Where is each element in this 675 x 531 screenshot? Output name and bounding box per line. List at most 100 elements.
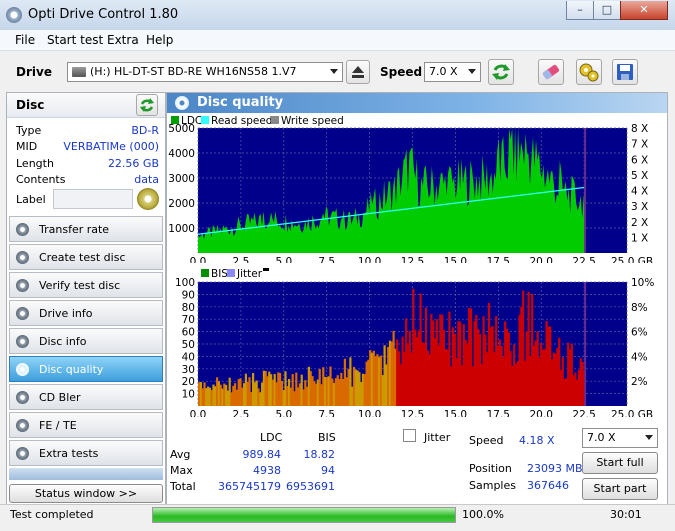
refresh-speed-button[interactable]: [488, 59, 514, 85]
disc-quality-title: Disc quality: [197, 95, 284, 110]
disc-icon: [16, 223, 29, 236]
nav-create-test-disc[interactable]: Create test disc: [9, 244, 163, 270]
save-button[interactable]: [612, 59, 638, 85]
test-speed-value: 7.0 X: [587, 431, 616, 444]
progress-fill: [153, 508, 455, 522]
x-tick-label: 25.0 GB: [611, 256, 653, 263]
menu-start-test[interactable]: Start test: [47, 33, 103, 47]
samples-label: Samples: [469, 479, 516, 492]
y-tick-label: 70: [182, 314, 195, 326]
speed-readout-value: 4.18 X: [519, 434, 555, 447]
settings-button[interactable]: [576, 59, 602, 85]
progress-bar: [152, 507, 456, 523]
nav-label: FE / TE: [39, 419, 77, 432]
speed-select[interactable]: 7.0 X: [424, 62, 481, 82]
eject-button[interactable]: [346, 60, 370, 84]
x-tick-label: 10.0: [358, 256, 381, 263]
speed-label: Speed: [380, 65, 423, 79]
start-part-button[interactable]: Start part: [582, 478, 658, 500]
y-tick-label: 90: [182, 289, 195, 301]
stats-avg-bis: 18.82: [303, 448, 336, 461]
nav-label: CD Bler: [39, 391, 81, 404]
stats-total-label: Total: [170, 480, 196, 493]
legend-jitter: Jitter: [236, 268, 263, 280]
bis-bar: [345, 377, 348, 406]
disc-length-label: Length: [16, 157, 54, 170]
nav-disc-quality[interactable]: Disc quality: [9, 356, 163, 382]
ldc-y-ticks: 1000 2000 3000 4000 5000: [168, 123, 195, 235]
y-tick-label: 5000: [168, 123, 195, 135]
disc-length-value: 22.56 GB: [107, 157, 159, 170]
legend-read-speed: Read speed: [211, 115, 272, 127]
chevron-down-icon: [468, 69, 476, 74]
nav-label: Create test disc: [39, 251, 126, 264]
y-tick-label: 100: [175, 277, 195, 289]
floppy-disk-icon: [617, 64, 633, 80]
erase-button[interactable]: [538, 59, 564, 85]
start-full-button[interactable]: Start full: [582, 452, 658, 474]
x-tick-label: 7.5: [318, 256, 335, 263]
nav-disc-info[interactable]: Disc info: [9, 328, 163, 354]
maximize-button[interactable]: □: [593, 1, 621, 20]
speed-readout-label: Speed: [469, 434, 504, 447]
nav-drive-info[interactable]: Drive info: [9, 300, 163, 326]
status-text: Test completed: [10, 508, 94, 521]
test-speed-select[interactable]: 7.0 X: [582, 428, 658, 448]
disc-icon: [16, 279, 29, 292]
menu-extra[interactable]: Extra: [107, 33, 139, 47]
app-disc-icon: [6, 7, 22, 23]
x-tick-label: 2.5: [233, 256, 250, 263]
bis-chart: BIS Jitter 102030405060708090100 2% 4% 6% 8…: [175, 268, 654, 417]
y-tick-label: 3000: [168, 173, 195, 185]
y2-tick-label: 8%: [631, 302, 648, 314]
y2-tick-label: 2 X: [631, 217, 648, 229]
y2-tick-label: 1 X: [631, 232, 648, 244]
minimize-button[interactable]: –: [566, 1, 594, 20]
disc-label-field[interactable]: [53, 189, 133, 209]
disc-mid-label: MID: [16, 140, 38, 153]
nav-transfer-rate[interactable]: Transfer rate: [9, 216, 163, 242]
legend-bis: BIS: [211, 268, 228, 280]
drive-label: Drive: [16, 65, 52, 79]
refresh-disc-button[interactable]: [136, 94, 158, 116]
legend-mark: [263, 268, 269, 271]
nav-verify-test-disc[interactable]: Verify test disc: [9, 272, 163, 298]
x-tick-label: 5.0: [275, 256, 292, 263]
x-tick-label: 17.5: [487, 409, 510, 417]
nav-fe-te[interactable]: FE / TE: [9, 412, 163, 438]
legend-swatch-bis: [201, 269, 209, 277]
jitter-checkbox-label: Jitter: [424, 431, 451, 444]
x-tick-label: 15.0: [444, 409, 467, 417]
legend-swatch-jitter: [227, 269, 235, 277]
bis-y-ticks: 102030405060708090100: [175, 277, 195, 401]
y-tick-label: 4000: [168, 148, 195, 160]
x-tick-label: 10.0: [358, 409, 381, 417]
status-window-button[interactable]: Status window >>: [9, 484, 163, 503]
drive-select[interactable]: (H:) HL-DT-ST BD-RE WH16NS58 1.V7: [67, 62, 343, 82]
x-tick-label: 25.0 GB: [611, 409, 653, 417]
nav-cd-bler[interactable]: CD Bler: [9, 384, 163, 410]
ldc-chart: LDC Read speed Write speed 1000200030004…: [168, 115, 653, 263]
y2-tick-label: 6 X: [631, 154, 648, 166]
close-button[interactable]: ✕: [620, 1, 668, 20]
nav-extra-tests[interactable]: Extra tests: [9, 440, 163, 466]
elapsed-time: 30:01: [610, 508, 642, 521]
disc-label-icon[interactable]: [137, 188, 159, 210]
x-tick-label: 20.0: [530, 256, 553, 263]
disc-quality-icon: [175, 96, 189, 110]
stats-max-bis: 94: [321, 464, 335, 477]
disc-icon: [16, 447, 29, 460]
disc-panel-title: Disc: [16, 98, 45, 112]
menu-help[interactable]: Help: [146, 33, 173, 47]
disc-mid-value: VERBATIMe (000): [63, 140, 159, 153]
speed-select-value: 7.0 X: [429, 65, 458, 78]
x-tick-label: 0.0: [190, 409, 207, 417]
x-tick-label: 12.5: [401, 256, 424, 263]
chevron-down-icon: [330, 69, 338, 74]
drive-icon: [72, 67, 86, 77]
jitter-checkbox[interactable]: [403, 429, 416, 442]
y2-tick-label: 10%: [631, 277, 654, 289]
y2-tick-label: 7 X: [631, 139, 648, 151]
menu-file[interactable]: File: [15, 33, 35, 47]
nav-label: Disc info: [39, 335, 87, 348]
